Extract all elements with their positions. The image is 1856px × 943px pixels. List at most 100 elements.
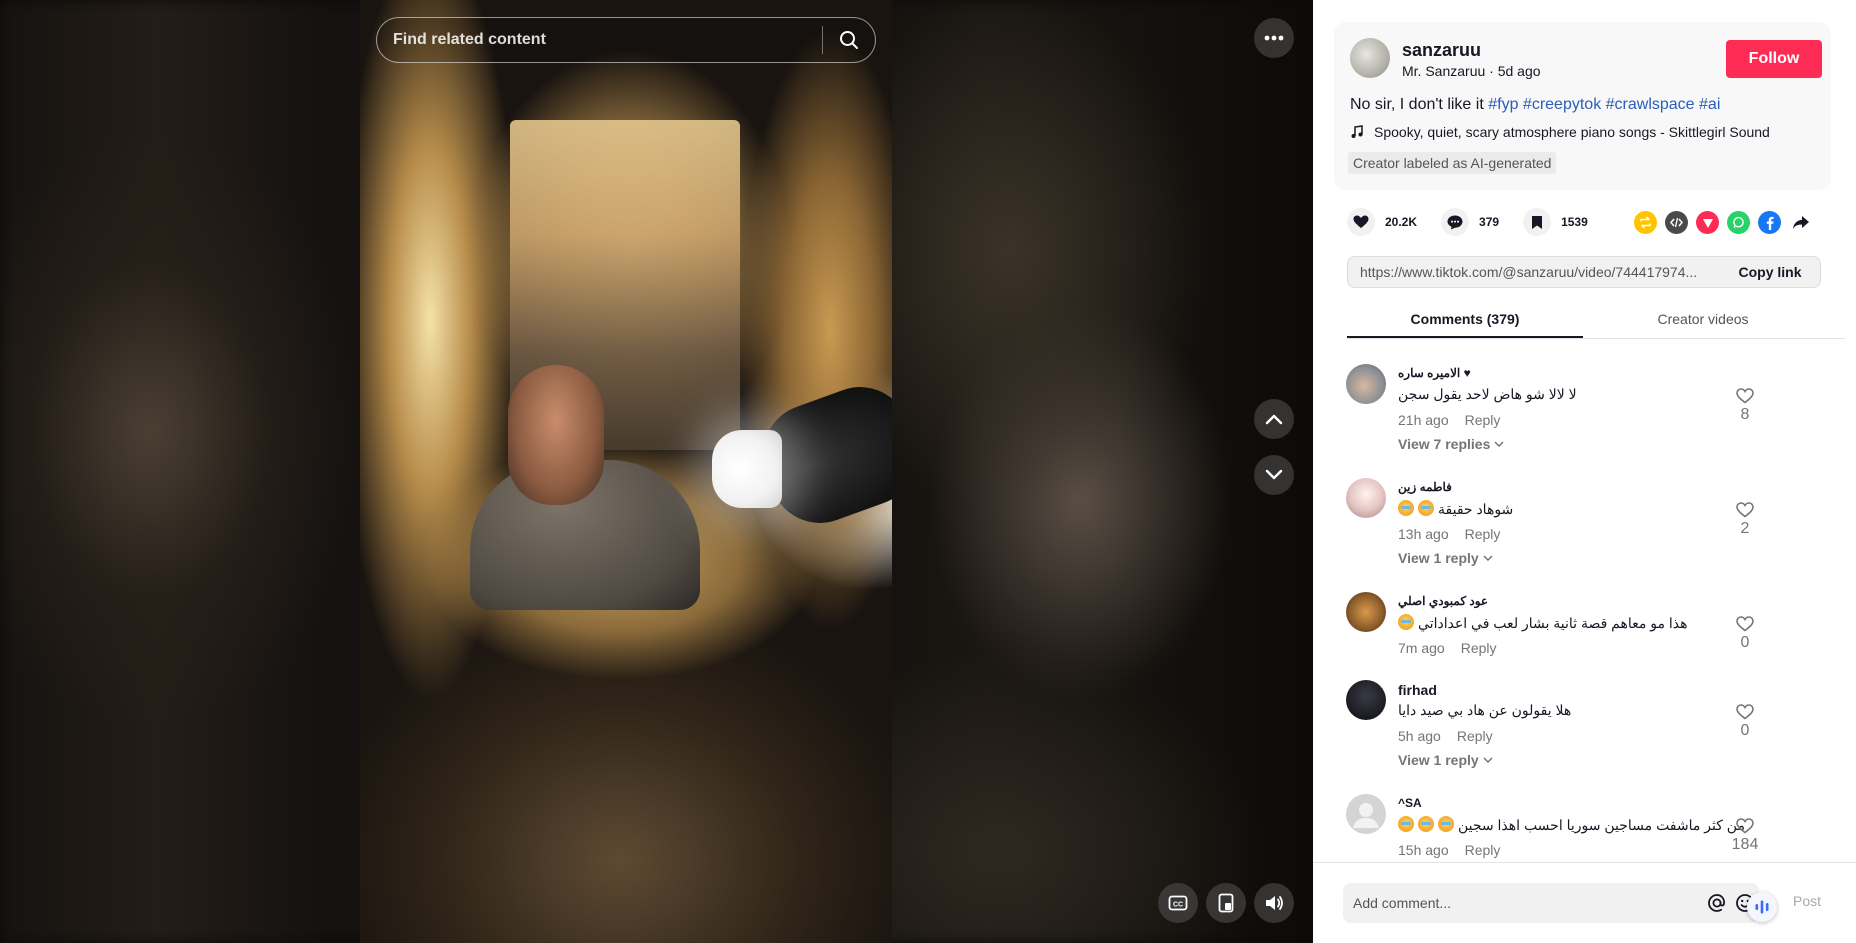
crying-emoji-icon xyxy=(1418,816,1434,832)
comment-meta: 13h ago Reply xyxy=(1398,526,1500,542)
video-stage: CC xyxy=(0,0,1313,943)
tab-creator-videos[interactable]: Creator videos xyxy=(1585,303,1821,338)
video-link-url[interactable]: https://www.tiktok.com/@sanzaruu/video/7… xyxy=(1348,264,1720,280)
crying-emoji-icon xyxy=(1398,816,1414,832)
comment-count: 379 xyxy=(1479,215,1500,229)
comment-like-count: 2 xyxy=(1740,520,1750,537)
hashtag-link[interactable]: #fyp xyxy=(1488,96,1518,113)
commenter-avatar[interactable] xyxy=(1346,680,1386,720)
commenter-name[interactable]: ^SA xyxy=(1398,796,1422,810)
post-comment-button[interactable]: Post xyxy=(1793,893,1821,909)
tab-comments[interactable]: Comments (379) xyxy=(1347,303,1583,338)
commenter-avatar[interactable] xyxy=(1346,478,1386,518)
search-button[interactable] xyxy=(823,18,875,62)
commenter-name[interactable]: firhad xyxy=(1398,682,1437,698)
comment-item: الاميره ساره ♥ لا لالا شو هاض لاحد يقول … xyxy=(1346,364,1836,474)
view-replies-button[interactable]: View 1 reply xyxy=(1398,752,1493,768)
floating-assistant-button[interactable] xyxy=(1747,892,1777,922)
video-frame-face xyxy=(508,365,604,505)
caption-text: No sir, I don't like it xyxy=(1350,96,1489,113)
mention-button[interactable] xyxy=(1703,889,1731,917)
author-subtitle: Mr. Sanzaruu · 5d ago xyxy=(1402,63,1541,79)
whatsapp-icon[interactable] xyxy=(1727,211,1750,234)
more-options-button[interactable] xyxy=(1254,18,1294,58)
author-username[interactable]: sanzaruu xyxy=(1402,40,1481,61)
view-replies-label: View 1 reply xyxy=(1398,752,1479,768)
music-note-icon xyxy=(1351,125,1363,138)
facebook-icon[interactable] xyxy=(1758,211,1781,234)
view-replies-label: View 7 replies xyxy=(1398,436,1491,452)
heart-outline-icon xyxy=(1736,502,1754,518)
comment-text-body: من كثر ماشفت مساجين سوريا احسب اهذا سجين xyxy=(1458,817,1745,833)
author-avatar[interactable] xyxy=(1350,38,1390,78)
comment-time: 13h ago xyxy=(1398,526,1449,542)
repost-icon[interactable] xyxy=(1634,211,1657,234)
reply-button[interactable]: Reply xyxy=(1461,640,1497,656)
commenter-name[interactable]: عود كمبودي اصلي xyxy=(1398,594,1488,608)
save-count: 1539 xyxy=(1561,215,1588,229)
reply-button[interactable]: Reply xyxy=(1465,412,1501,428)
captions-icon: CC xyxy=(1168,895,1188,911)
description-card: sanzaruu Mr. Sanzaruu · 5d ago Follow No… xyxy=(1334,22,1831,190)
follow-button[interactable]: Follow xyxy=(1726,40,1822,78)
comment-bubble-icon xyxy=(1441,208,1470,236)
detail-panel: sanzaruu Mr. Sanzaruu · 5d ago Follow No… xyxy=(1313,0,1856,943)
commenter-avatar[interactable] xyxy=(1346,794,1386,834)
mini-player-button[interactable] xyxy=(1206,883,1246,923)
comment-meta: 5h ago Reply xyxy=(1398,728,1493,744)
comment-like-button[interactable]: 2 xyxy=(1730,502,1760,538)
chevron-down-icon xyxy=(1483,757,1493,763)
related-search-input[interactable] xyxy=(377,18,822,62)
volume-button[interactable] xyxy=(1254,883,1294,923)
comment-like-count: 0 xyxy=(1740,722,1750,739)
commenter-avatar[interactable] xyxy=(1346,592,1386,632)
comment-input[interactable] xyxy=(1343,895,1703,911)
commenter-name[interactable]: فاطمه زين xyxy=(1398,480,1452,494)
like-button[interactable]: 20.2K xyxy=(1347,208,1417,236)
speaker-icon xyxy=(1266,896,1283,910)
chevron-down-icon xyxy=(1494,441,1504,447)
comment-like-count: 8 xyxy=(1740,406,1750,423)
comment-text: شوهاد حقيقة xyxy=(1398,500,1513,518)
mini-player-icon xyxy=(1218,893,1234,913)
comment-item: فاطمه زين شوهاد حقيقة 13h ago Reply View… xyxy=(1346,478,1836,588)
send-icon[interactable] xyxy=(1696,211,1719,234)
copy-link-button[interactable]: Copy link xyxy=(1720,264,1820,280)
crying-emoji-icon xyxy=(1398,500,1414,516)
comment-text: لا لالا شو هاض لاحد يقول سجن xyxy=(1398,386,1577,402)
reply-button[interactable]: Reply xyxy=(1457,728,1493,744)
comment-button[interactable]: 379 xyxy=(1441,208,1499,236)
comment-like-button[interactable]: 8 xyxy=(1730,388,1760,424)
more-dots-icon xyxy=(1264,35,1284,41)
view-replies-button[interactable]: View 1 reply xyxy=(1398,550,1493,566)
video-player[interactable] xyxy=(360,0,892,943)
reply-button[interactable]: Reply xyxy=(1465,526,1501,542)
music-title: Spooky, quiet, scary atmosphere piano so… xyxy=(1374,124,1770,140)
hashtag-link[interactable]: #creepytok xyxy=(1523,96,1601,113)
hashtag-link[interactable]: #ai xyxy=(1699,96,1720,113)
comment-like-button[interactable]: 0 xyxy=(1730,704,1760,740)
app-root: CC sanzaruu Mr. Sanzaruu · 5d ago Follow… xyxy=(0,0,1856,943)
hashtag-link[interactable]: #crawlspace xyxy=(1606,96,1695,113)
default-avatar-icon xyxy=(1353,803,1379,828)
previous-video-button[interactable] xyxy=(1254,399,1294,439)
comment-input-wrapper xyxy=(1343,883,1759,923)
comment-like-button[interactable]: 0 xyxy=(1730,616,1760,652)
music-link[interactable]: Spooky, quiet, scary atmosphere piano so… xyxy=(1350,124,1770,140)
captions-button[interactable]: CC xyxy=(1158,883,1198,923)
comment-time: 21h ago xyxy=(1398,412,1449,428)
comment-text: من كثر ماشفت مساجين سوريا احسب اهذا سجين xyxy=(1398,816,1745,834)
next-video-button[interactable] xyxy=(1254,455,1294,495)
view-replies-button[interactable]: View 7 replies xyxy=(1398,436,1504,452)
share-arrow-icon[interactable] xyxy=(1789,211,1812,234)
embed-icon[interactable] xyxy=(1665,211,1688,234)
commenter-avatar[interactable] xyxy=(1346,364,1386,404)
comment-like-button[interactable]: 184 xyxy=(1730,818,1760,854)
commenter-name[interactable]: الاميره ساره ♥ xyxy=(1398,366,1471,380)
comment-list: الاميره ساره ♥ لا لالا شو هاض لاحد يقول … xyxy=(1313,340,1856,862)
comment-text: هلا يقولون عن هاد بي صيد دايا xyxy=(1398,702,1572,718)
save-button[interactable]: 1539 xyxy=(1523,208,1588,236)
reply-button[interactable]: Reply xyxy=(1465,842,1501,858)
related-search-bar xyxy=(376,17,876,63)
share-icons xyxy=(1634,211,1812,234)
